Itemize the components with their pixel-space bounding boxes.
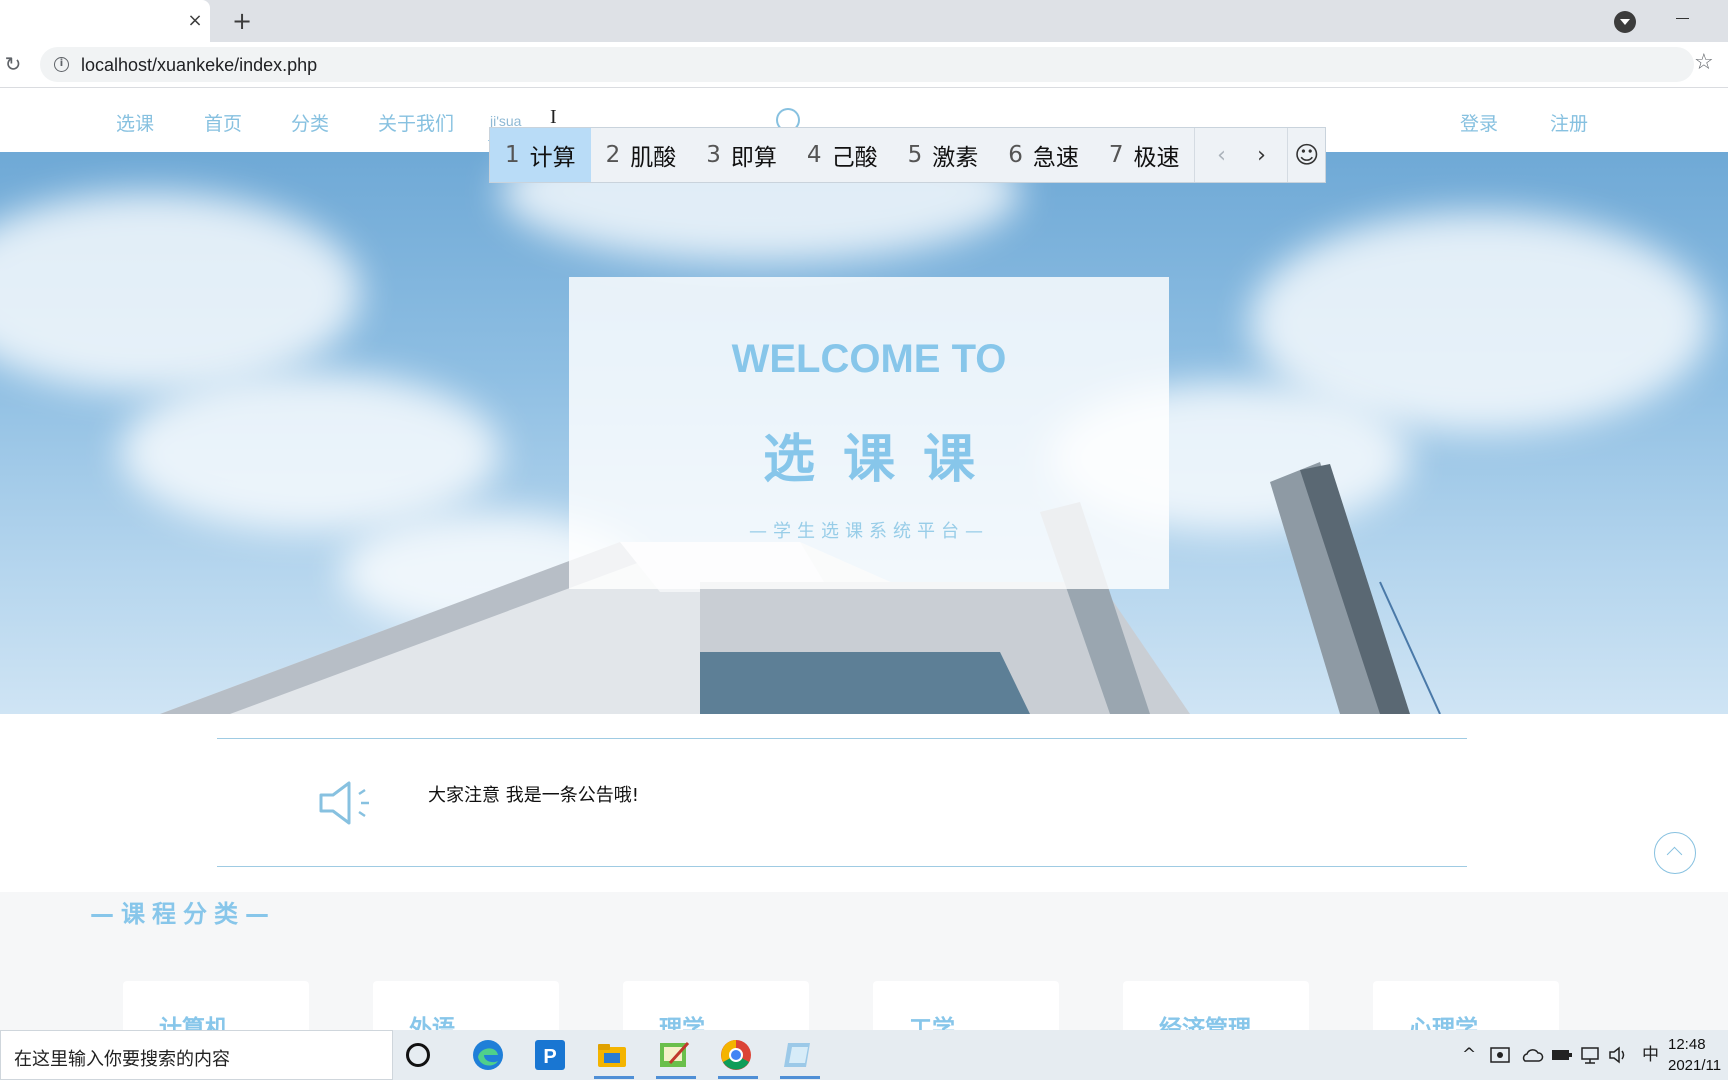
announcement-text: 大家注意 我是一条公告哦! bbox=[428, 785, 639, 806]
file-explorer-icon[interactable] bbox=[594, 1037, 630, 1073]
hero-welcome-card: WELCOME TO 选课课 —学生选课系统平台— bbox=[569, 277, 1169, 589]
edge-icon[interactable] bbox=[470, 1037, 506, 1073]
category-card[interactable]: 经济管理 bbox=[1123, 981, 1309, 1030]
minimize-icon[interactable] bbox=[1672, 4, 1694, 26]
url-text[interactable]: localhost/xuankeke/index.php bbox=[81, 55, 317, 76]
hero-banner: WELCOME TO 选课课 —学生选课系统平台— bbox=[0, 152, 1728, 714]
ime-candidate[interactable]: 3 即算 bbox=[691, 128, 792, 182]
announcement-bar: 大家注意 我是一条公告哦! bbox=[217, 738, 1467, 867]
register-link[interactable]: 注册 bbox=[1550, 109, 1588, 136]
ime-candidate[interactable]: 7 极速 bbox=[1094, 128, 1195, 182]
new-tab-icon[interactable]: + bbox=[228, 7, 256, 35]
ime-candidate[interactable]: 2 肌酸 bbox=[591, 128, 692, 182]
taskbar-search-box[interactable]: 在这里输入你要搜索的内容 bbox=[0, 1030, 393, 1080]
clock-date: 2021/11 bbox=[1668, 1057, 1722, 1074]
category-card[interactable]: 理学 bbox=[623, 981, 809, 1030]
category-card[interactable]: 计算机 bbox=[123, 981, 309, 1030]
ime-pager: ‹ › bbox=[1194, 128, 1287, 182]
active-app-indicator bbox=[780, 1076, 820, 1079]
category-card[interactable]: 工学 bbox=[873, 981, 1059, 1030]
volume-icon[interactable] bbox=[1608, 1046, 1630, 1064]
tab-close-icon[interactable]: × bbox=[184, 10, 206, 32]
ime-next-icon[interactable]: › bbox=[1241, 128, 1281, 182]
text-cursor-icon: I bbox=[550, 106, 557, 128]
ime-prev-icon[interactable]: ‹ bbox=[1201, 128, 1241, 182]
hero-subtitle: —学生选课系统平台— bbox=[749, 521, 989, 542]
ime-candidate[interactable]: 5 激素 bbox=[893, 128, 994, 182]
svg-text:P: P bbox=[543, 1046, 556, 1068]
nav-item-about-us[interactable]: 关于我们 bbox=[378, 109, 454, 136]
windows-taskbar: 在这里输入你要搜索的内容 P ^ 中 12:48 2021/11 bbox=[0, 1030, 1728, 1080]
tab-search-icon[interactable] bbox=[1614, 11, 1636, 33]
browser-tab[interactable]: × bbox=[0, 0, 210, 42]
login-link[interactable]: 登录 bbox=[1460, 109, 1498, 136]
active-app-indicator bbox=[656, 1076, 696, 1079]
clock-time: 12:48 bbox=[1668, 1036, 1706, 1053]
browser-toolbar: ↻ i localhost/xuankeke/index.php ☆ bbox=[0, 42, 1728, 88]
onedrive-icon[interactable] bbox=[1520, 1046, 1544, 1064]
network-icon[interactable] bbox=[1580, 1046, 1602, 1064]
browser-tabstrip: × + bbox=[0, 0, 1728, 42]
ime-language-indicator[interactable]: 中 bbox=[1642, 1044, 1659, 1066]
active-app-indicator bbox=[594, 1076, 634, 1079]
active-app-indicator bbox=[718, 1076, 758, 1079]
chrome-icon[interactable] bbox=[718, 1037, 754, 1073]
bookmark-star-icon[interactable]: ☆ bbox=[1694, 52, 1714, 74]
taskbar-search-placeholder[interactable]: 在这里输入你要搜索的内容 bbox=[14, 1045, 230, 1071]
ime-candidate-bar: 1 计算 2 肌酸 3 即算 4 己酸 5 激素 6 急速 7 极速 ‹ › ☺ bbox=[489, 127, 1326, 183]
notes-app-icon[interactable] bbox=[780, 1037, 816, 1073]
hero-welcome-text: WELCOME TO bbox=[731, 337, 1007, 381]
nav-item-home[interactable]: 首页 bbox=[204, 109, 242, 136]
category-card[interactable]: 心理学 bbox=[1373, 981, 1559, 1030]
back-to-top-button[interactable] bbox=[1654, 832, 1696, 874]
reload-icon[interactable]: ↻ bbox=[2, 53, 24, 75]
ime-candidate[interactable]: 6 急速 bbox=[993, 128, 1094, 182]
p-app-icon[interactable]: P bbox=[532, 1037, 568, 1073]
taskbar-clock[interactable]: 12:48 2021/11 bbox=[1668, 1034, 1721, 1076]
tray-expand-icon[interactable]: ^ bbox=[1462, 1044, 1476, 1066]
category-card[interactable]: 外语 bbox=[373, 981, 559, 1030]
nav-item-select-course[interactable]: 选课 bbox=[116, 109, 154, 136]
paint-icon[interactable] bbox=[656, 1037, 692, 1073]
cortana-icon[interactable] bbox=[406, 1043, 430, 1067]
course-categories: —课程分类— 计算机 外语 理学 工学 经济管理 心理学 bbox=[0, 892, 1728, 1030]
categories-heading: —课程分类— bbox=[90, 900, 276, 928]
battery-icon[interactable] bbox=[1551, 1047, 1573, 1063]
hero-title: 选课课 bbox=[762, 430, 1003, 490]
speaker-icon bbox=[319, 781, 369, 825]
nav-item-category[interactable]: 分类 bbox=[291, 109, 329, 136]
site-info-icon[interactable]: i bbox=[54, 57, 69, 72]
ime-candidate[interactable]: 4 己酸 bbox=[792, 128, 893, 182]
ime-candidate[interactable]: 1 计算 bbox=[490, 128, 591, 182]
address-bar[interactable]: i localhost/xuankeke/index.php bbox=[40, 47, 1694, 82]
ime-emoji-icon[interactable]: ☺ bbox=[1287, 128, 1325, 182]
tray-app-icon[interactable] bbox=[1490, 1045, 1512, 1065]
